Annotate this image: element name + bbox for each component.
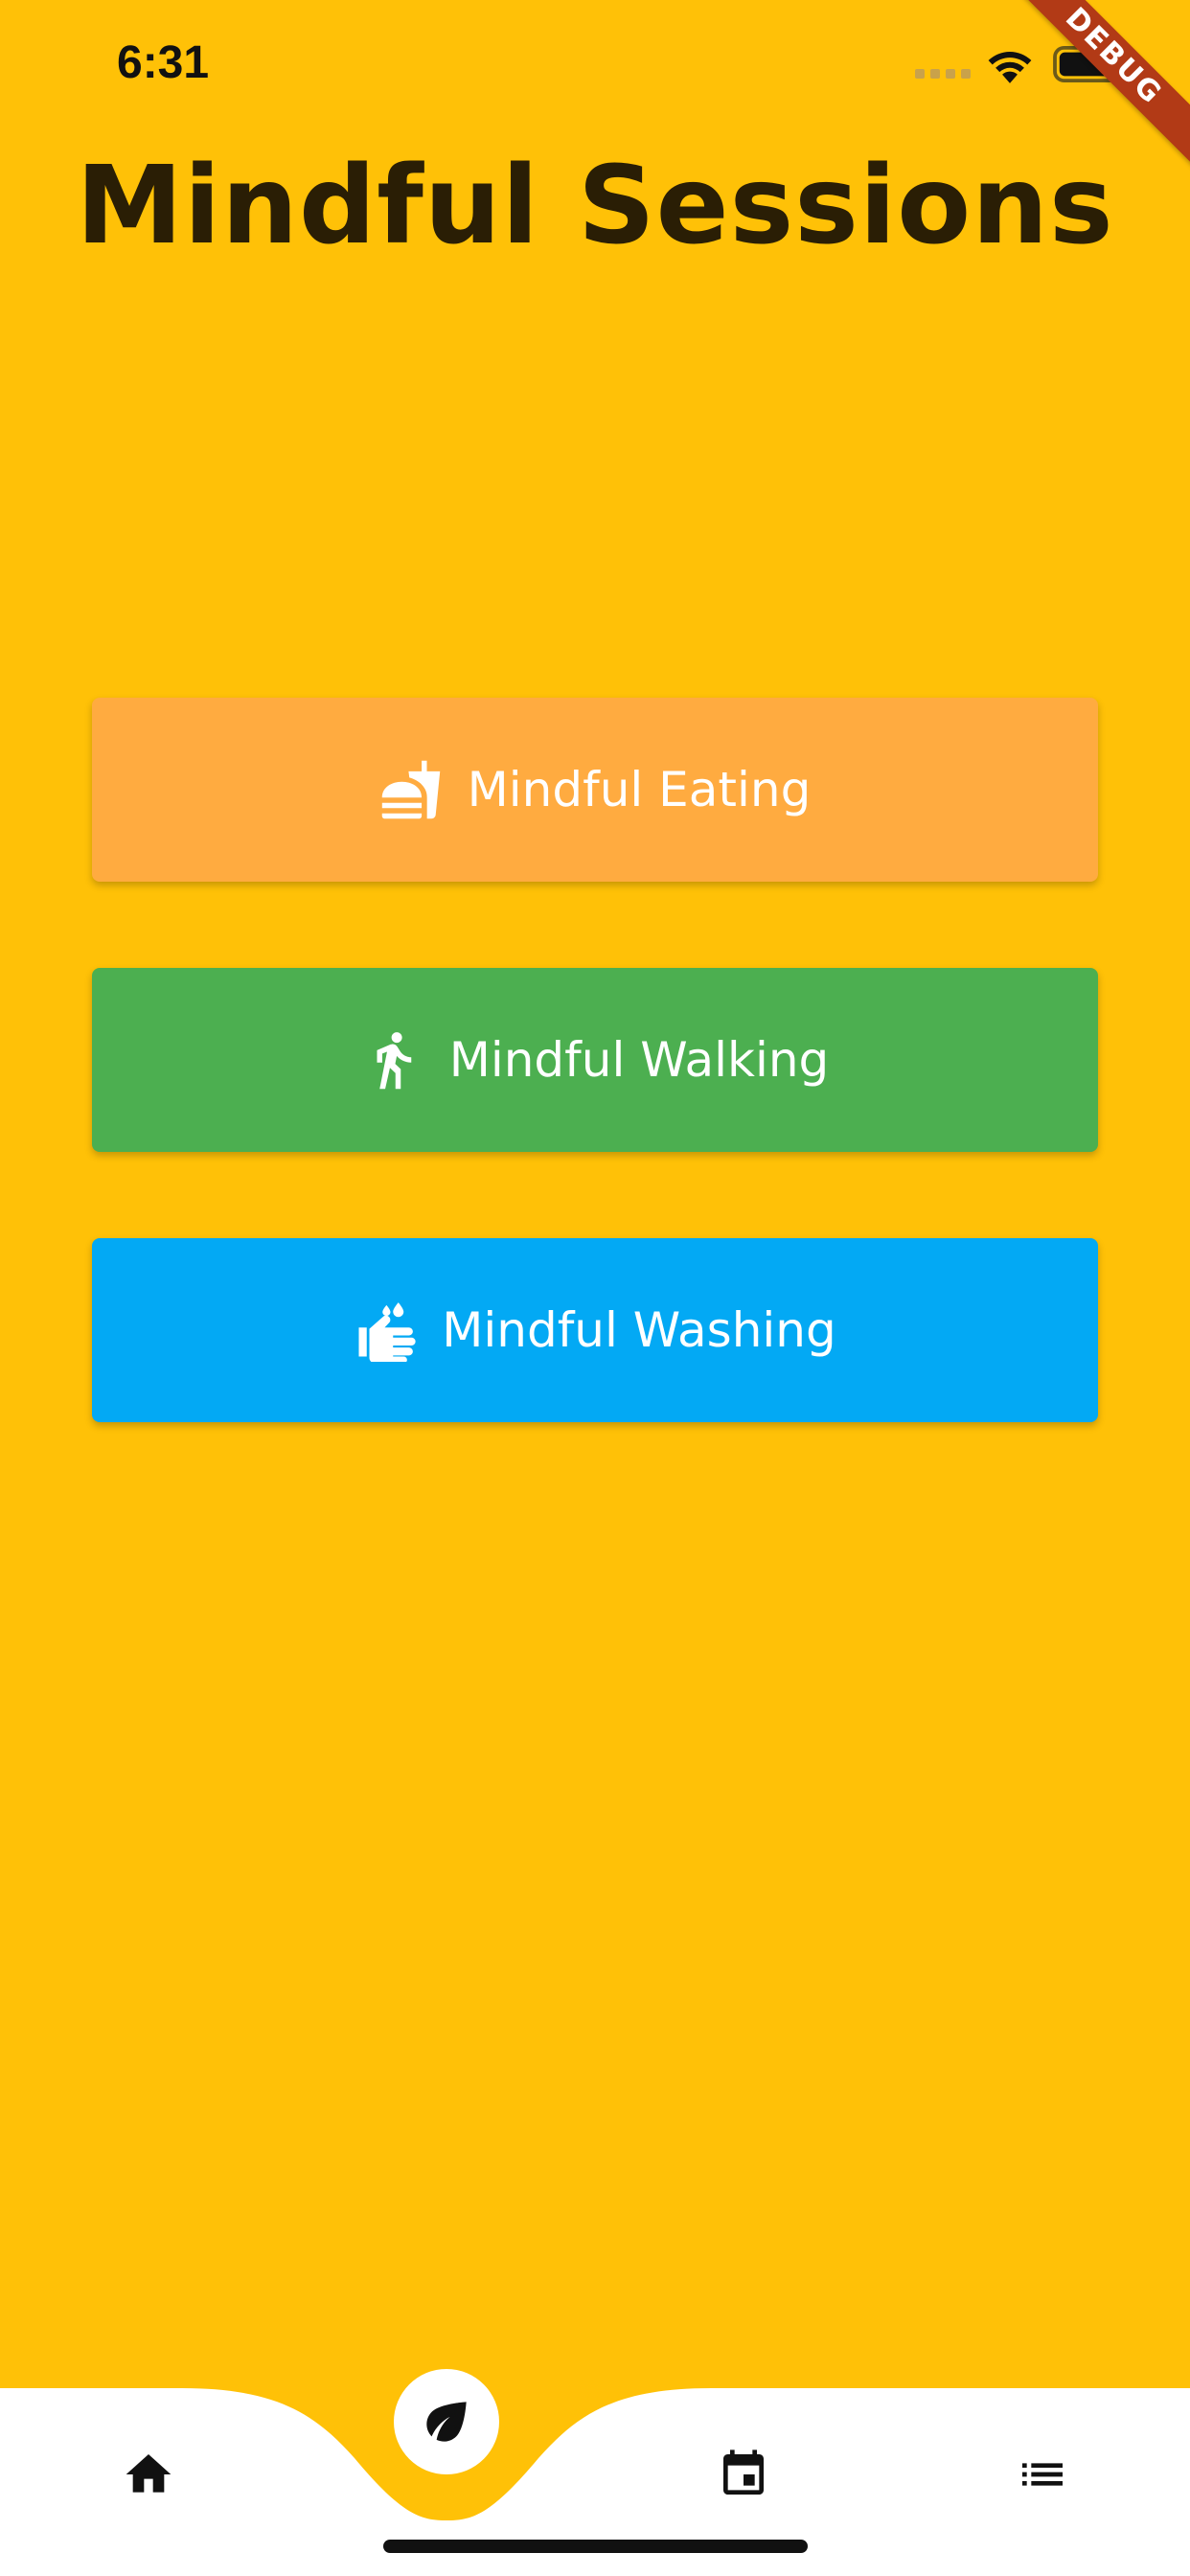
hand-wash-icon (358, 1302, 416, 1362)
mindful-walking-label: Mindful Walking (448, 1032, 830, 1088)
home-indicator (383, 2540, 808, 2553)
nav-list[interactable] (995, 2426, 1090, 2522)
wifi-icon (988, 51, 1032, 83)
page-title: Mindful Sessions (76, 144, 1114, 268)
mindful-walking-button[interactable]: Mindful Walking (92, 968, 1098, 1152)
bottom-navigation-bar (0, 2369, 1190, 2576)
mindful-washing-label: Mindful Washing (442, 1302, 836, 1358)
calendar-icon (723, 2450, 764, 2495)
list-icon (1022, 2463, 1063, 2486)
fastfood-icon (381, 760, 440, 819)
nav-mindful-sessions[interactable] (394, 2369, 499, 2474)
mindful-washing-button[interactable]: Mindful Washing (92, 1238, 1098, 1422)
status-time: 6:31 (117, 37, 210, 88)
nav-home[interactable] (101, 2426, 196, 2522)
status-bar: 6:31 (0, 0, 1190, 134)
signal-dots-icon (915, 69, 971, 79)
home-icon (126, 2454, 172, 2493)
mindful-eating-button[interactable]: Mindful Eating (92, 698, 1098, 882)
walking-icon (377, 1032, 411, 1090)
nav-calendar[interactable] (696, 2426, 791, 2522)
mindful-eating-label: Mindful Eating (467, 762, 812, 817)
leaf-icon (426, 2402, 467, 2442)
